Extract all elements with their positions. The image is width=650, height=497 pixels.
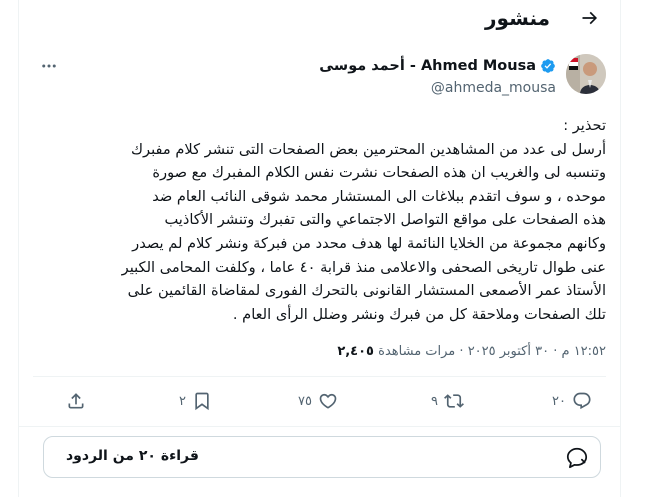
post-line: تلك الصفحات وملاحقة كل من فبرك ونشر وضلل…	[232, 305, 606, 323]
top-bar: منشور	[19, 0, 620, 40]
author-name[interactable]: Ahmed Mousa - أحمد موسى	[319, 58, 556, 74]
post-line: هذه الصفحات على مواقع التواصل الاجتماعي …	[164, 211, 606, 229]
reply-count: ٢٠	[552, 393, 566, 409]
repost-button[interactable]: ٩	[431, 391, 464, 411]
page-title: منشور	[485, 6, 550, 30]
post-line: وتنسبه لى والغريب ان هذه الصفحات نشرت نف…	[152, 164, 606, 182]
repost-icon	[444, 394, 464, 408]
post-line: تحذير :	[563, 117, 606, 134]
post-line: أرسل لى عدد من المشاهدين المحترمين بعض ا…	[131, 140, 606, 158]
divider	[33, 376, 606, 377]
back-button[interactable]	[578, 6, 602, 30]
heart-icon	[319, 393, 337, 409]
author-handle[interactable]: @ahmeda_mousa	[431, 80, 556, 96]
share-icon	[68, 393, 84, 409]
post-text: تحذير : أرسل لى عدد من المشاهدين المحترم…	[40, 114, 606, 326]
reply-button[interactable]: ٢٠	[552, 391, 592, 411]
like-button[interactable]: ٧٥	[298, 391, 338, 411]
post-page: منشور Ahmed Mousa - أحمد موسى @ahmeda_mo…	[18, 0, 621, 497]
reply-icon	[573, 392, 591, 410]
views-count: ٢,٤٠٥	[337, 344, 374, 359]
like-count: ٧٥	[298, 393, 312, 409]
bookmark-button[interactable]: ٢	[179, 391, 212, 411]
share-button[interactable]	[66, 391, 86, 411]
more-options-button[interactable]	[39, 56, 59, 76]
post-line: وكانهم مجموعة من الخلايا النائمة لها هدف…	[132, 234, 606, 252]
repost-count: ٩	[431, 393, 438, 409]
action-bar: ٢٠ ٩ ٧٥ ٢	[33, 388, 606, 418]
views-label: مرات مشاهدة	[378, 344, 456, 359]
avatar-image	[566, 54, 606, 94]
post-line: موحده ، و سوف اتقدم ببلاغات الى المستشار…	[152, 187, 606, 205]
divider	[19, 426, 620, 427]
chat-bubble-icon	[564, 445, 590, 471]
post-time[interactable]: ١٢:٥٢ م	[562, 344, 607, 359]
post-line: الأستاذ عمر الأصمعى المستشار القانونى با…	[127, 282, 606, 300]
post-date[interactable]: ٣٠ أكتوبر ٢٠٢٥	[468, 344, 549, 359]
post-line: عنى طوال تاريخى الصحفى والاعلامى منذ قرا…	[121, 258, 606, 276]
avatar[interactable]	[566, 54, 606, 94]
read-replies-label: قراءة ٢٠ من الردود	[66, 448, 199, 464]
more-dots-icon	[42, 64, 56, 68]
arrow-right-icon	[582, 11, 598, 25]
bookmark-icon	[195, 392, 209, 411]
author-row: Ahmed Mousa - أحمد موسى @ahmeda_mousa	[19, 50, 620, 102]
verified-badge-icon	[540, 58, 556, 74]
read-replies-button[interactable]: قراءة ٢٠ من الردود	[43, 436, 601, 478]
author-display-name: Ahmed Mousa - أحمد موسى	[319, 58, 536, 74]
meta-separator: ·	[549, 344, 562, 359]
meta-separator: ·	[455, 344, 468, 359]
bookmark-count: ٢	[179, 393, 186, 409]
post-meta: ١٢:٥٢ م · ٣٠ أكتوبر ٢٠٢٥ · مرات مشاهدة ٢…	[337, 344, 606, 359]
